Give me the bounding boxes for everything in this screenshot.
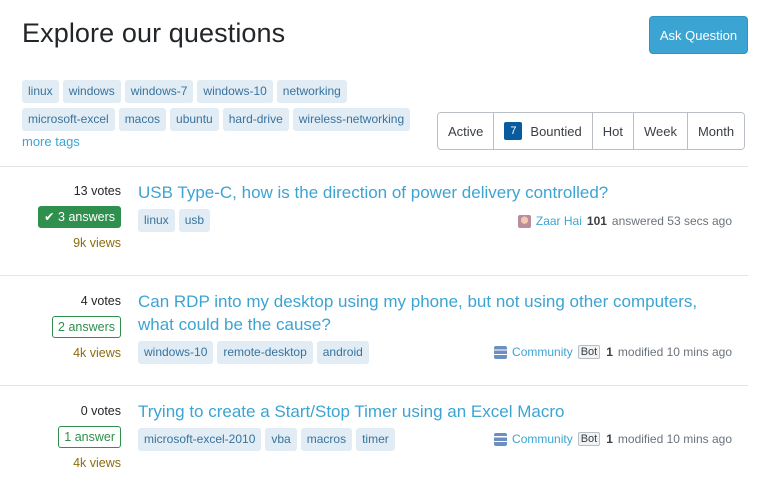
question-tags: microsoft-excel-2010 vba macros timer	[138, 428, 399, 451]
question-tags: windows-10 remote-desktop android	[138, 341, 373, 364]
tag-timer[interactable]: timer	[356, 428, 395, 451]
bounty-count-badge: 7	[504, 122, 523, 140]
tag-linux[interactable]: linux	[22, 80, 59, 103]
tag-windows-10[interactable]: windows-10	[197, 80, 273, 103]
tag-ubuntu[interactable]: ubuntu	[170, 108, 219, 131]
tag-windows[interactable]: windows	[62, 80, 121, 103]
activity-time: modified 10 mins ago	[617, 345, 732, 359]
activity-time: modified 10 mins ago	[617, 432, 732, 446]
filter-week[interactable]: Week	[632, 113, 687, 149]
answer-count: 1 answer	[58, 426, 121, 448]
question-meta: Community Bot 1 modified 10 mins ago	[494, 345, 732, 359]
tag-windows-7[interactable]: windows-7	[124, 80, 194, 103]
question-summary: 4 votes 2 answers 4k views Can RDP into …	[0, 275, 748, 385]
bot-badge: Bot	[577, 432, 601, 446]
filter-bountied-label: Bountied	[530, 123, 582, 139]
tag-macros[interactable]: macros	[300, 428, 353, 451]
vote-count: 4 votes	[80, 294, 121, 308]
user-avatar-icon[interactable]	[517, 214, 531, 228]
check-icon: ✔	[44, 210, 55, 224]
tag-hard-drive[interactable]: hard-drive	[222, 108, 289, 131]
tag-windows-10[interactable]: windows-10	[138, 341, 214, 364]
tag-usb[interactable]: usb	[178, 209, 211, 232]
filter-active[interactable]: Active	[438, 113, 494, 149]
tag-android[interactable]: android	[316, 341, 369, 364]
tag-linux[interactable]: linux	[138, 209, 175, 232]
question-title-link[interactable]: USB Type-C, how is the direction of powe…	[138, 181, 718, 204]
more-tags-link[interactable]: more tags	[22, 134, 80, 149]
filter-hot[interactable]: Hot	[591, 113, 633, 149]
question-summary: 13 votes ✔ 3 answers 9k views USB Type-C…	[0, 166, 748, 276]
page-title: Explore our questions	[22, 18, 286, 48]
user-name-link[interactable]: Zaar Hai	[536, 214, 582, 228]
question-stats: 4 votes 2 answers 4k views	[11, 294, 121, 360]
view-count: 9k views	[73, 236, 121, 250]
community-icon[interactable]	[494, 432, 508, 446]
ask-question-button[interactable]: Ask Question	[649, 16, 748, 54]
user-name-link[interactable]: Community	[512, 345, 573, 359]
popular-tags: linux windows windows-7 windows-10 netwo…	[22, 80, 422, 136]
answer-count-accepted: ✔ 3 answers	[38, 206, 121, 228]
question-title-link[interactable]: Can RDP into my desktop using my phone, …	[138, 290, 718, 336]
activity-time: answered 53 secs ago	[611, 214, 732, 228]
tag-microsoft-excel[interactable]: microsoft-excel	[22, 108, 115, 131]
tag-macos[interactable]: macos	[118, 108, 167, 131]
question-meta: Zaar Hai 101 answered 53 secs ago	[517, 214, 732, 228]
tag-microsoft-excel-2010[interactable]: microsoft-excel-2010	[138, 428, 262, 451]
vote-count: 13 votes	[73, 184, 121, 198]
user-name-link[interactable]: Community	[512, 432, 573, 446]
question-filter: Active 7 Bountied Hot Week Month	[437, 112, 746, 150]
tag-wireless-networking[interactable]: wireless-networking	[292, 108, 411, 131]
view-count: 4k views	[73, 346, 121, 360]
question-summary: 0 votes 1 answer 4k views Trying to crea…	[0, 385, 748, 495]
question-stats: 0 votes 1 answer 4k views	[11, 404, 121, 470]
tag-remote-desktop[interactable]: remote-desktop	[217, 341, 313, 364]
answer-count-label: 3 answers	[58, 210, 115, 224]
question-stats: 13 votes ✔ 3 answers 9k views	[11, 184, 121, 250]
vote-count: 0 votes	[80, 404, 121, 418]
view-count: 4k views	[73, 456, 121, 470]
answer-count: 2 answers	[52, 316, 121, 338]
bot-badge: Bot	[577, 345, 601, 359]
filter-month[interactable]: Month	[686, 113, 745, 149]
filter-bountied[interactable]: 7 Bountied	[493, 113, 592, 149]
question-meta: Community Bot 1 modified 10 mins ago	[494, 432, 732, 446]
reputation-score: 1	[606, 432, 613, 446]
reputation-score: 101	[586, 214, 607, 228]
community-icon[interactable]	[494, 345, 508, 359]
reputation-score: 1	[606, 345, 613, 359]
question-title-link[interactable]: Trying to create a Start/Stop Timer usin…	[138, 400, 718, 423]
question-tags: linux usb	[138, 209, 214, 232]
tag-vba[interactable]: vba	[265, 428, 297, 451]
tag-networking[interactable]: networking	[276, 80, 347, 103]
